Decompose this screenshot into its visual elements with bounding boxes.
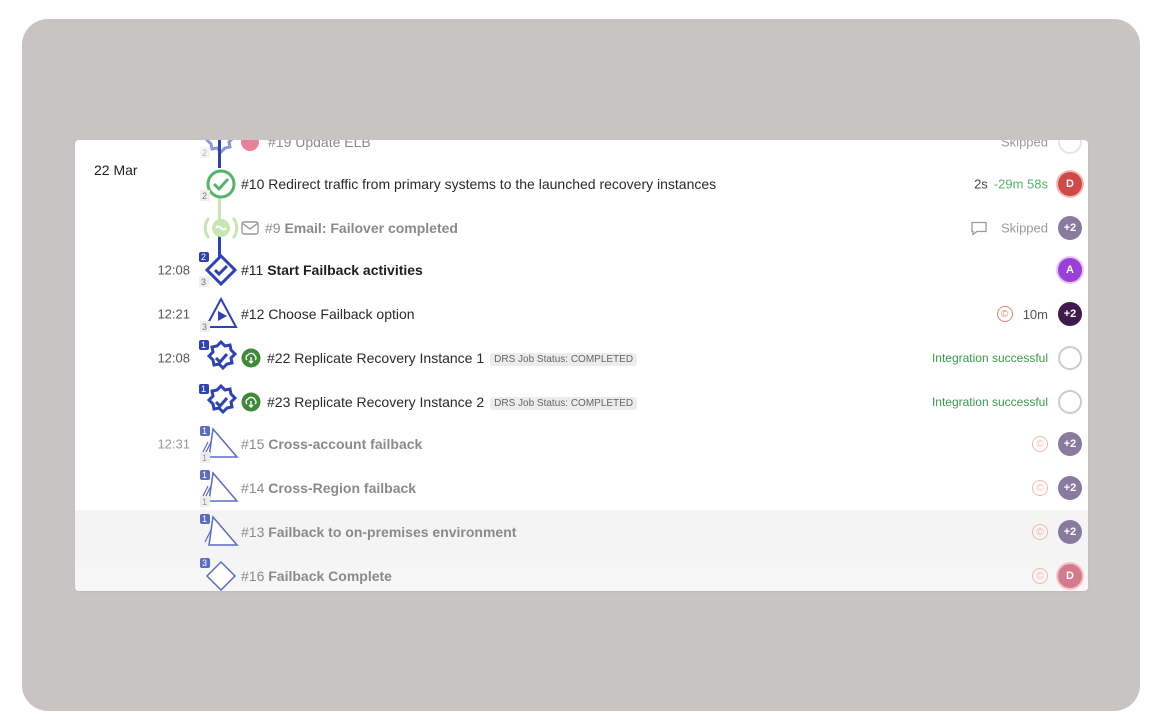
step-status: Skipped [1001, 140, 1048, 150]
triangle-icon: 1 [200, 514, 239, 546]
timeline-row[interactable]: 3 #16 Failback Complete © D [75, 554, 1088, 591]
cloud-sync-icon [241, 348, 261, 368]
diamond-icon: 3 [200, 558, 237, 591]
step-timing: © [1032, 480, 1048, 496]
check-circle-icon: 2 [200, 169, 236, 201]
svg-text:2: 2 [201, 252, 206, 262]
step-time: 12:21 [157, 306, 190, 322]
step-title: #10 Redirect traffic from primary system… [241, 176, 717, 192]
svg-text:1: 1 [201, 384, 206, 394]
step-title: #15 Cross-account failback [241, 436, 423, 452]
svg-text:3: 3 [202, 558, 207, 568]
timeline-row[interactable]: 12:21 3 #12 Choose Failback option © 10m… [75, 292, 1088, 336]
broadcast-icon [203, 217, 239, 239]
diamond-check-icon: 2 3 [199, 252, 238, 287]
step-time: 12:08 [157, 350, 190, 366]
play-triangle-icon: 3 [200, 296, 238, 332]
integration-status: Integration successful [931, 395, 1048, 409]
copyright-icon: © [996, 306, 1013, 322]
step-time: 12:31 [157, 436, 190, 452]
step-title: #23 Replicate Recovery Instance 2 DRS Job… [267, 394, 638, 410]
step-timing: © [1032, 436, 1048, 452]
step-status: Skipped [971, 221, 1048, 236]
gear-check-icon: 1 [199, 339, 238, 371]
cloud-sync-icon [241, 392, 261, 412]
timeline-row[interactable]: 12:08 1 #22 Replicate Recovery Instance … [75, 336, 1088, 380]
copyright-icon: © [1032, 480, 1048, 496]
timeline-row[interactable]: 12:31 1 1 #15 Cross-account failback © +… [75, 422, 1088, 466]
step-time: 12:08 [157, 262, 190, 278]
avatar[interactable]: +2 [1058, 302, 1082, 326]
timeline-row[interactable]: 2 #19 Update ELB Skipped [75, 140, 1088, 164]
step-timing: © [1032, 524, 1048, 540]
svg-text:1: 1 [202, 514, 207, 524]
avatar[interactable]: +2 [1058, 476, 1082, 500]
avatar[interactable]: D [1058, 172, 1082, 196]
svg-text:1: 1 [202, 497, 207, 507]
step-timing: © [1032, 568, 1048, 584]
gear-check-icon: 2 [200, 140, 234, 158]
step-title: #19 Update ELB [268, 140, 371, 150]
svg-text:1: 1 [202, 453, 207, 463]
svg-text:2: 2 [202, 148, 207, 158]
activity-timeline-panel: 22 Mar 2 #19 Update ELB Skipped 2 #10 Re… [75, 140, 1088, 591]
step-title: #12 Choose Failback option [241, 306, 415, 322]
avatar[interactable] [1058, 390, 1082, 414]
gear-check-icon: 1 [199, 383, 238, 415]
avatar[interactable]: +2 [1058, 216, 1082, 240]
timeline-row[interactable]: 1 #23 Replicate Recovery Instance 2 DRS J… [75, 380, 1088, 424]
step-title: #22 Replicate Recovery Instance 1 DRS Job… [267, 350, 638, 366]
comment-icon[interactable] [971, 221, 987, 235]
job-status-tag: DRS Job Status: COMPLETED [490, 352, 638, 366]
avatar[interactable]: D [1058, 564, 1082, 588]
copyright-icon: © [1032, 436, 1048, 452]
timeline-row[interactable]: #9 Email: Failover completed Skipped +2 [75, 206, 1088, 250]
elb-icon [241, 140, 259, 151]
svg-text:2: 2 [202, 191, 207, 201]
svg-text:3: 3 [201, 277, 206, 287]
integration-status: Integration successful [931, 351, 1048, 365]
timeline-row[interactable]: 1 1 #14 Cross-Region failback © +2 [75, 466, 1088, 510]
svg-text:3: 3 [202, 322, 207, 332]
svg-text:1: 1 [201, 340, 206, 350]
step-title: #13 Failback to on-premises environment [241, 524, 517, 540]
step-title: #16 Failback Complete [241, 568, 392, 584]
timeline-row[interactable]: 2 #10 Redirect traffic from primary syst… [75, 162, 1088, 206]
avatar[interactable]: +2 [1058, 520, 1082, 544]
step-title: #11 Start Failback activities [241, 262, 423, 278]
avatar[interactable]: A [1058, 258, 1082, 282]
step-timing: © 10m [996, 306, 1048, 322]
step-title: #14 Cross-Region failback [241, 480, 417, 496]
copyright-icon: © [1032, 568, 1048, 584]
avatar[interactable] [1058, 140, 1082, 154]
triangle-icon: 1 1 [200, 426, 239, 463]
timeline-row[interactable]: 1 #13 Failback to on-premises environmen… [75, 510, 1088, 554]
copyright-icon: © [1032, 524, 1048, 540]
svg-text:1: 1 [202, 470, 207, 480]
step-title: #9 Email: Failover completed [265, 220, 458, 236]
step-timing: 2s -29m 58s [974, 176, 1048, 192]
svg-text:1: 1 [202, 426, 207, 436]
avatar[interactable] [1058, 346, 1082, 370]
timeline-row[interactable]: 12:08 2 3 #11 Start Failback activities … [75, 248, 1088, 292]
mail-icon [241, 221, 259, 235]
avatar[interactable]: +2 [1058, 432, 1082, 456]
job-status-tag: DRS Job Status: COMPLETED [490, 396, 638, 410]
triangle-icon: 1 1 [200, 470, 239, 507]
